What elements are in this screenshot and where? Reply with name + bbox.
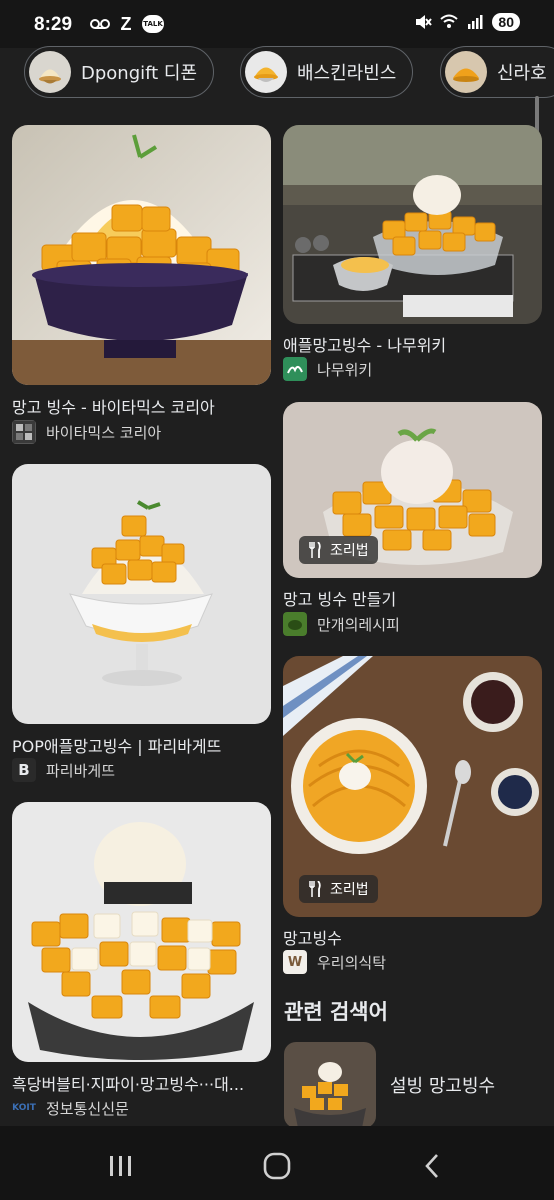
home-button[interactable] xyxy=(257,1146,297,1186)
namuwiki-favicon-icon xyxy=(283,357,307,381)
home-icon xyxy=(263,1152,291,1180)
source-label: 나무위키 xyxy=(317,360,373,379)
result-title[interactable]: 애플망고빙수 - 나무위키 xyxy=(283,332,543,356)
10000recipe-favicon-icon xyxy=(283,612,307,636)
chip-baskin-robbins[interactable]: 배스킨라빈스 xyxy=(240,46,414,98)
result-image-namuwiki[interactable] xyxy=(283,125,542,324)
result-image-vitamix[interactable] xyxy=(12,125,271,385)
related-searches-heading: 관련 검색어 xyxy=(284,1000,388,1024)
back-icon xyxy=(425,1154,438,1178)
urisiktak-favicon-icon: W xyxy=(283,950,307,974)
result-title[interactable]: 흑당버블티·지파이·망고빙수···대... xyxy=(12,1071,272,1095)
result-source[interactable]: KOIT 정보통신신문 xyxy=(12,1096,129,1120)
system-navigation-bar xyxy=(0,1126,554,1200)
wifi-icon xyxy=(440,13,459,31)
source-label: 만개의레시피 xyxy=(317,615,400,634)
source-label: 우리의식탁 xyxy=(317,953,387,972)
parisbaguette-favicon-icon: B xyxy=(12,758,36,782)
recent-apps-icon xyxy=(110,1156,131,1176)
result-source[interactable]: B 파리바게뜨 xyxy=(12,758,115,782)
status-time: 8:29 xyxy=(34,14,73,35)
recent-apps-button[interactable] xyxy=(101,1146,141,1186)
recipe-badge-label: 조리법 xyxy=(330,882,369,898)
result-source[interactable]: 바이타믹스 코리아 xyxy=(12,420,161,444)
result-title[interactable]: 망고 빙수 - 바이타믹스 코리아 xyxy=(12,394,272,418)
filter-chips: Dpongift 디폰 배스킨라빈스 신라호 xyxy=(0,44,554,106)
fork-knife-icon xyxy=(308,881,322,897)
chip-label: 신라호 xyxy=(497,63,547,84)
source-label: 바이타믹스 코리아 xyxy=(46,423,162,442)
chip-thumbnail xyxy=(245,51,287,93)
result-image-urisiktak[interactable]: 조리법 xyxy=(283,656,542,917)
vitamix-favicon-icon xyxy=(12,420,36,444)
result-title[interactable]: 망고빙수 xyxy=(283,925,543,949)
related-thumbnail xyxy=(284,1042,376,1128)
result-image-parisbaguette[interactable] xyxy=(12,464,271,724)
result-title[interactable]: 망고 빙수 만들기 xyxy=(283,586,543,610)
result-source[interactable]: W 우리의식탁 xyxy=(283,950,386,974)
chip-dpongift[interactable]: Dpongift 디폰 xyxy=(24,46,215,98)
status-bar: 8:29 Z TALK 80 xyxy=(0,0,554,48)
chip-thumbnail xyxy=(29,51,71,93)
recipe-badge: 조리법 xyxy=(299,536,378,564)
battery-indicator: 80 xyxy=(492,13,520,31)
chip-label: 배스킨라빈스 xyxy=(297,63,397,84)
source-label: 정보통신신문 xyxy=(46,1099,129,1118)
news-favicon-icon: KOIT xyxy=(12,1103,36,1113)
fork-knife-icon xyxy=(308,542,322,558)
source-label: 파리바게뜨 xyxy=(46,761,116,780)
chip-shilla[interactable]: 신라호 xyxy=(440,46,554,98)
related-search-item[interactable]: 설빙 망고빙수 xyxy=(284,1042,534,1128)
result-source[interactable]: 나무위키 xyxy=(283,357,372,381)
recipe-badge: 조리법 xyxy=(299,875,378,903)
chip-label: Dpongift 디폰 xyxy=(81,63,198,84)
related-search-label: 설빙 망고빙수 xyxy=(390,1076,496,1097)
result-image-news[interactable] xyxy=(12,802,271,1062)
mute-icon xyxy=(414,13,433,31)
voicemail-icon xyxy=(90,15,110,33)
kakaotalk-icon: TALK xyxy=(142,15,164,33)
recipe-badge-label: 조리법 xyxy=(330,543,369,559)
signal-icon xyxy=(466,13,484,31)
chip-thumbnail xyxy=(445,51,487,93)
z-app-icon: Z xyxy=(120,13,132,34)
result-image-10000recipe[interactable]: 조리법 xyxy=(283,402,542,578)
result-source[interactable]: 만개의레시피 xyxy=(283,612,400,636)
result-title[interactable]: POP애플망고빙수 | 파리바게뜨 xyxy=(12,733,272,757)
back-button[interactable] xyxy=(412,1146,452,1186)
